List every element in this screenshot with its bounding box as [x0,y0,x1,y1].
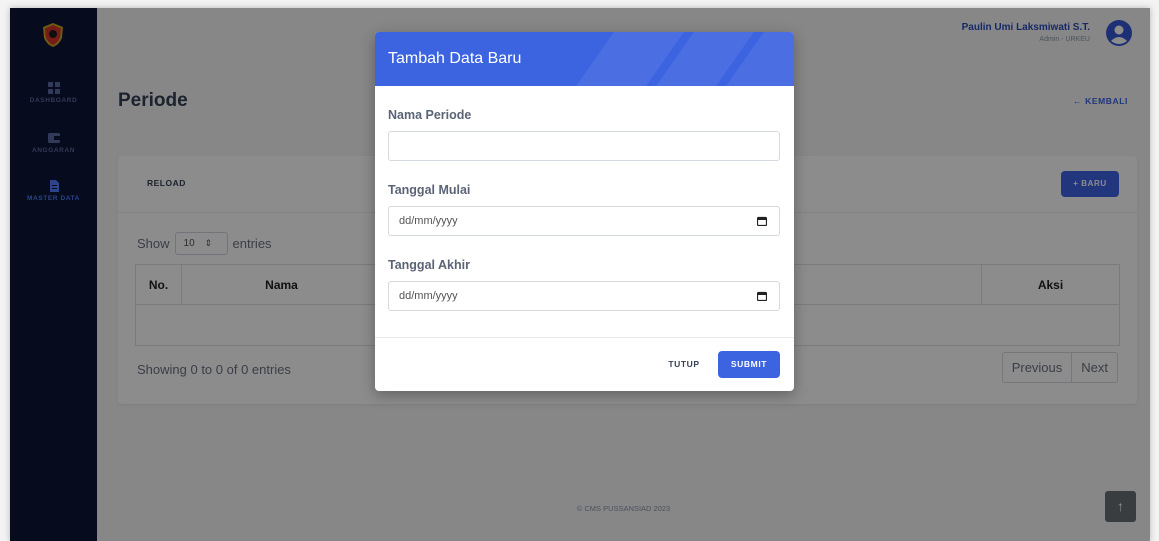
nama-periode-input[interactable] [388,131,780,161]
add-data-modal: Tambah Data Baru Nama Periode Tanggal Mu… [375,32,794,391]
app-window: DASHBOARD ANGGARAN MASTER DATA Paulin Um… [10,8,1150,541]
date-placeholder: dd/mm/yyyy [399,215,458,227]
nama-periode-label: Nama Periode [388,108,472,122]
tanggal-akhir-label: Tanggal Akhir [388,258,470,272]
close-button[interactable]: TUTUP [656,351,712,378]
tanggal-akhir-input[interactable]: dd/mm/yyyy [388,281,780,311]
tanggal-mulai-input[interactable]: dd/mm/yyyy [388,206,780,236]
modal-header: Tambah Data Baru [375,32,794,86]
modal-footer: TUTUP SUBMIT [375,337,794,391]
modal-title: Tambah Data Baru [388,50,522,67]
calendar-icon[interactable] [757,216,767,226]
tanggal-mulai-label: Tanggal Mulai [388,183,471,197]
date-placeholder: dd/mm/yyyy [399,290,458,302]
submit-button[interactable]: SUBMIT [718,351,780,378]
calendar-icon[interactable] [757,291,767,301]
